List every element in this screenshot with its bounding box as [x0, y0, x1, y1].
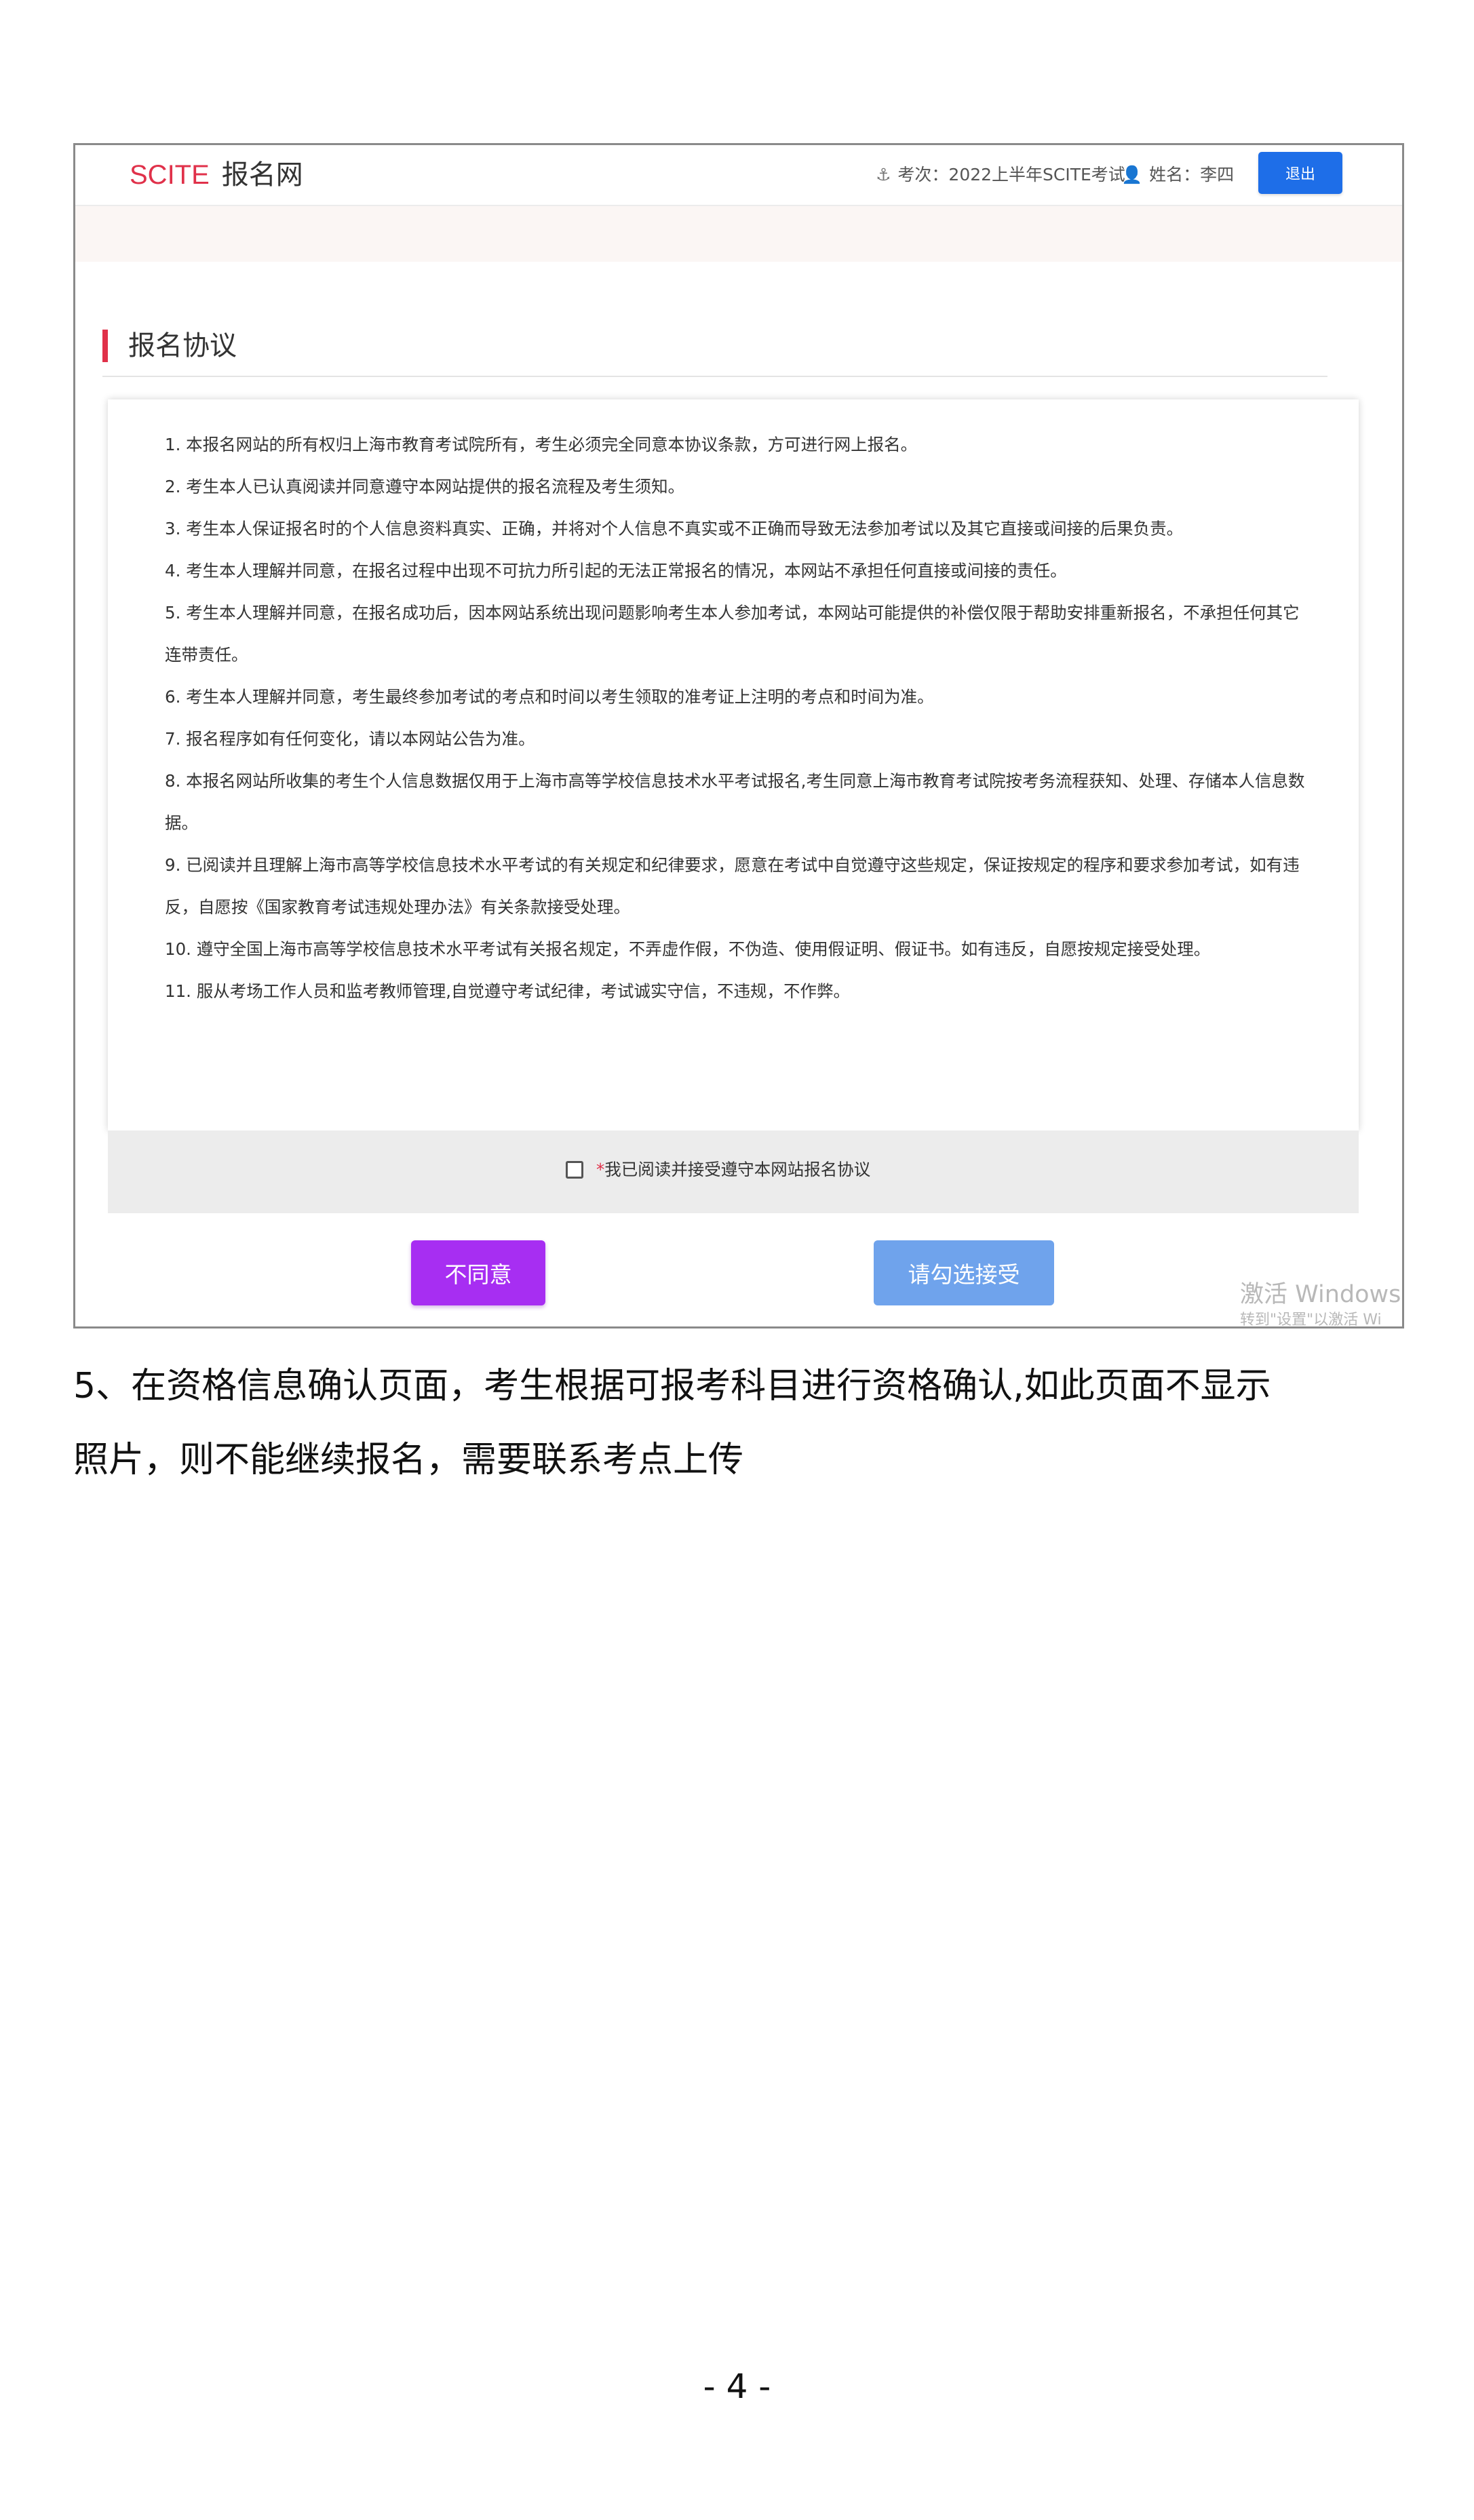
header-band — [75, 206, 1402, 262]
brand-site-name: 报名网 — [221, 159, 303, 191]
accept-button[interactable]: 请勾选接受 — [874, 1240, 1054, 1305]
term-item: 9. 已阅读并且理解上海市高等学校信息技术水平考试的有关规定和纪律要求，愿意在考… — [165, 855, 1300, 917]
heading-accent-bar — [102, 330, 108, 362]
site-logo[interactable]: SCITE 报名网 — [130, 155, 303, 195]
instruction-line: 照片，则不能继续报名，需要联系考点上传 — [73, 1440, 744, 1480]
instruction-line: 5、在资格信息确认页面，考生根据可报考科目进行资格确认,如此页面不显示 — [73, 1366, 1271, 1406]
watermark-line2: 转到"设置"以激活 Wi — [1240, 1312, 1382, 1328]
anchor-icon: ⚓ — [876, 165, 891, 184]
user-name-text: 姓名：李四 — [1149, 165, 1235, 184]
term-item: 1. 本报名网站的所有权归上海市教育考试院所有，考生必须完全同意本协议条款，方可… — [165, 435, 918, 454]
watermark-line1: 激活 Windows — [1240, 1281, 1401, 1308]
term-item: 11. 服从考场工作人员和监考教师管理,自觉遵守考试纪律，考试诚实守信，不违规，… — [165, 981, 851, 1001]
agree-row: *我已阅读并接受遵守本网站报名协议 — [108, 1130, 1359, 1213]
brand-scite: SCITE — [130, 160, 210, 190]
windows-activation-watermark: 激活 Windows 转到"设置"以激活 Wi — [1240, 1279, 1401, 1328]
term-item: 6. 考生本人理解并同意，考生最终参加考试的考点和时间以考生领取的准考证上注明的… — [165, 687, 934, 707]
user-icon: 👤 — [1121, 165, 1143, 184]
agreement-card: 报名协议 1. 本报名网站的所有权归上海市教育考试院所有，考生必须完全同意本协议… — [75, 262, 1375, 1326]
agree-label[interactable]: *我已阅读并接受遵守本网站报名协议 — [596, 1156, 870, 1183]
term-item: 10. 遵守全国上海市高等学校信息技术水平考试有关报名规定，不弄虚作假，不伪造、… — [165, 939, 1211, 959]
exam-session-info: ⚓ 考次：2022上半年SCITE考试 — [876, 160, 1125, 190]
disagree-button[interactable]: 不同意 — [411, 1240, 545, 1305]
top-navbar: SCITE 报名网 ⚓ 考次：2022上半年SCITE考试 👤 姓名：李四 退出 — [75, 145, 1402, 206]
term-item: 2. 考生本人已认真阅读并同意遵守本网站提供的报名流程及考生须知。 — [165, 477, 685, 496]
term-item: 4. 考生本人理解并同意，在报名过程中出现不可抗力所引起的无法正常报名的情况，本… — [165, 561, 1067, 580]
exam-session-text: 考次：2022上半年SCITE考试 — [897, 165, 1125, 184]
terms-list: 1. 本报名网站的所有权归上海市教育考试院所有，考生必须完全同意本协议条款，方可… — [165, 424, 1311, 1012]
terms-box: 1. 本报名网站的所有权归上海市教育考试院所有，考生必须完全同意本协议条款，方可… — [108, 399, 1359, 1130]
user-name-info: 👤 姓名：李四 — [1121, 160, 1234, 190]
term-item: 3. 考生本人保证报名时的个人信息资料真实、正确，并将对个人信息不真实或不正确而… — [165, 519, 1184, 538]
screenshot-frame: SCITE 报名网 ⚓ 考次：2022上半年SCITE考试 👤 姓名：李四 退出 报名… — [73, 143, 1404, 1328]
agree-label-text: 我已阅读并接受遵守本网站报名协议 — [604, 1160, 871, 1179]
logout-button[interactable]: 退出 — [1258, 152, 1342, 194]
section-title: 报名协议 — [128, 330, 237, 361]
term-item: 5. 考生本人理解并同意，在报名成功后，因本网站系统出现问题影响考生本人参加考试… — [165, 603, 1300, 665]
agree-checkbox[interactable] — [566, 1161, 583, 1179]
instruction-paragraph: 5、在资格信息确认页面，考生根据可报考科目进行资格确认,如此页面不显示 照片，则… — [73, 1350, 1410, 1497]
section-heading: 报名协议 — [102, 321, 1327, 377]
term-item: 7. 报名程序如有任何变化，请以本网站公告为准。 — [165, 729, 535, 749]
required-mark: * — [596, 1160, 605, 1179]
page-number: - 4 - — [703, 2367, 771, 2406]
term-item: 8. 本报名网站所收集的考生个人信息数据仅用于上海市高等学校信息技术水平考试报名… — [165, 771, 1305, 833]
